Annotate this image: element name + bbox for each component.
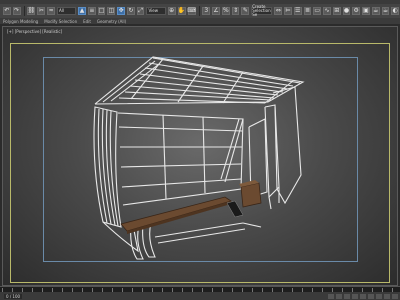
render-setup-icon[interactable]: ⚙ (352, 7, 361, 15)
angle-snap-icon[interactable]: ∠ (212, 7, 220, 15)
toolbar-separator (198, 6, 200, 16)
render-production-icon[interactable]: ☕ (371, 7, 380, 15)
toggle-ribbon-icon[interactable]: ▭ (313, 7, 322, 15)
status-bar: 0 / 100 (0, 292, 400, 300)
bench-support (226, 200, 244, 218)
frame-counter[interactable]: 0 / 100 (4, 293, 23, 299)
select-and-rotate-icon[interactable]: ↻ (126, 7, 135, 15)
rectangle-selection-icon[interactable]: □ (97, 7, 106, 15)
toolbar-separator (23, 6, 25, 16)
roof-slat (152, 57, 301, 84)
toggle-scene-explorer-icon[interactable]: ☰ (293, 7, 302, 15)
orbit-icon[interactable] (376, 293, 382, 299)
render-iterative-icon[interactable]: ☕ (381, 7, 390, 15)
named-selection-set-dropdown[interactable]: Create Selection Se (251, 5, 273, 17)
playback-controls (328, 293, 400, 299)
ground-rail (157, 228, 246, 244)
select-manipulate-icon[interactable]: ✋ (177, 7, 186, 15)
roof-slat (144, 67, 289, 90)
back-post (162, 114, 167, 200)
roof-slat (148, 62, 294, 87)
render-active-shade-icon[interactable]: ◐ (391, 7, 400, 15)
mirror-icon[interactable]: ⇔ (274, 7, 283, 15)
main-toolbar: ↶ ↷ ⛓ ✂ ≈ All ▲ ≡ □ ◫ ✥ ↻ ⤢ View ⊕ ✋ ⌨ 3… (0, 4, 400, 18)
bind-space-warp-icon[interactable]: ≈ (47, 7, 55, 15)
back-rail (118, 126, 243, 132)
edit-named-selection-icon[interactable]: ✎ (241, 7, 250, 15)
link-icon[interactable]: ⛓ (27, 7, 36, 15)
post-foot (268, 196, 272, 210)
ground-rail (242, 222, 262, 228)
percent-snap-icon[interactable]: % (221, 7, 230, 15)
bench-seat (120, 196, 232, 232)
select-by-name-icon[interactable]: ≡ (87, 7, 96, 15)
roof-outline (94, 56, 305, 105)
material-editor-icon[interactable]: ● (342, 7, 351, 15)
back-rail (120, 163, 242, 168)
spinner-snap-icon[interactable]: ⇕ (231, 7, 240, 15)
next-frame-icon[interactable] (352, 293, 358, 299)
reference-coordinate-dropdown[interactable]: View (146, 7, 166, 15)
toggle-layer-explorer-icon[interactable]: ≣ (303, 7, 312, 15)
previous-frame-icon[interactable] (336, 293, 342, 299)
go-to-end-icon[interactable] (360, 293, 366, 299)
back-brace (224, 118, 244, 183)
select-and-scale-icon[interactable]: ⤢ (136, 7, 145, 15)
ribbon-tab-modeling[interactable]: Polygon Modeling (3, 19, 38, 24)
keyboard-shortcut-icon[interactable]: ⌨ (187, 7, 196, 15)
undo-icon[interactable]: ↶ (3, 7, 11, 15)
perspective-viewport[interactable]: [+] [Perspective] [Realistic] (2, 26, 398, 286)
back-rail (121, 178, 242, 188)
redo-icon[interactable]: ↷ (12, 7, 21, 15)
pan-icon[interactable] (384, 293, 390, 299)
zoom-extents-icon[interactable] (368, 293, 374, 299)
align-icon[interactable]: ⊨ (284, 7, 292, 15)
bus-shelter-model[interactable] (3, 27, 398, 286)
ribbon-tab-geometry[interactable]: Geometry (All) (97, 19, 126, 24)
snaps-toggle-icon[interactable]: 3 (202, 7, 211, 15)
go-to-start-icon[interactable] (328, 293, 334, 299)
play-icon[interactable] (344, 293, 350, 299)
schematic-view-icon[interactable]: ⊞ (332, 7, 341, 15)
window-crossing-icon[interactable]: ◫ (107, 7, 116, 15)
maximize-viewport-icon[interactable] (392, 293, 398, 299)
pivot-center-icon[interactable]: ⊕ (167, 7, 176, 15)
back-brace (220, 118, 240, 180)
select-object-icon[interactable]: ▲ (78, 7, 86, 15)
left-panel-slat (109, 110, 119, 227)
selection-filter-dropdown[interactable]: All (56, 7, 77, 15)
rendered-frame-window-icon[interactable]: ▣ (362, 7, 370, 15)
back-frame (117, 112, 244, 206)
trash-bin (240, 182, 262, 208)
unlink-icon[interactable]: ✂ (37, 7, 46, 15)
ground-rail (154, 222, 244, 238)
bench-edge (127, 201, 231, 234)
ribbon-tab-edit[interactable]: Edit (83, 19, 91, 24)
select-and-move-icon[interactable]: ✥ (117, 7, 125, 15)
curve-editor-icon[interactable]: ∿ (323, 7, 331, 15)
ribbon-bar: Polygon Modeling Modify Selection Edit G… (0, 18, 400, 24)
ribbon-tab-modify-selection[interactable]: Modify Selection (44, 19, 77, 24)
